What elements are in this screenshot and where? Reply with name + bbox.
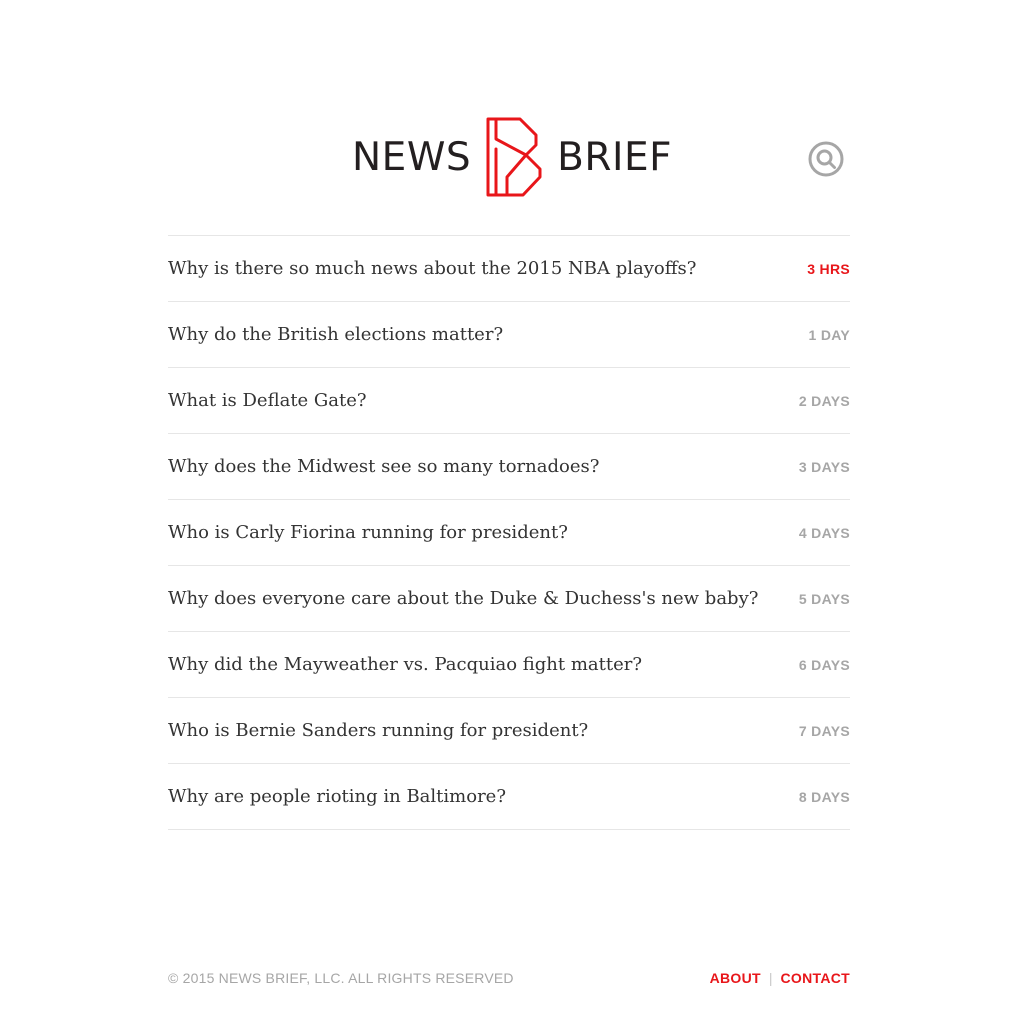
article-title: Why are people rioting in Baltimore?	[168, 786, 506, 807]
article-item[interactable]: Why does the Midwest see so many tornado…	[168, 434, 850, 500]
article-title: Why does everyone care about the Duke & …	[168, 588, 759, 609]
article-time: 3 HRS	[807, 260, 850, 277]
logo-word-brief: BRIEF	[557, 134, 673, 180]
article-item[interactable]: Why do the British elections matter? 1 D…	[168, 302, 850, 368]
article-time: 8 DAYS	[798, 788, 850, 805]
article-title: What is Deflate Gate?	[168, 390, 367, 411]
article-title: Why does the Midwest see so many tornado…	[168, 456, 600, 477]
logo-word-news: NEWS	[352, 134, 472, 180]
article-item[interactable]: Who is Bernie Sanders running for presid…	[168, 698, 850, 764]
search-button[interactable]	[807, 140, 845, 178]
site-footer: © 2015 NEWS BRIEF, LLC. ALL RIGHTS RESER…	[168, 968, 850, 988]
article-item[interactable]: What is Deflate Gate? 2 DAYS	[168, 368, 850, 434]
site-logo[interactable]: NEWS BRIEF	[352, 112, 672, 202]
site-header: NEWS BRIEF	[0, 112, 1024, 202]
article-item[interactable]: Why are people rioting in Baltimore? 8 D…	[168, 764, 850, 830]
article-time: 6 DAYS	[798, 656, 850, 673]
article-time: 1 DAY	[808, 326, 850, 343]
about-link[interactable]: ABOUT	[710, 970, 761, 986]
article-time: 5 DAYS	[798, 590, 850, 607]
article-title: Who is Carly Fiorina running for preside…	[168, 522, 568, 543]
article-title: Why is there so much news about the 2015…	[168, 258, 697, 279]
article-list: Why is there so much news about the 2015…	[168, 235, 850, 830]
search-icon	[808, 141, 844, 177]
article-title: Who is Bernie Sanders running for presid…	[168, 720, 589, 741]
article-time: 4 DAYS	[798, 524, 850, 541]
article-title: Why did the Mayweather vs. Pacquiao figh…	[168, 654, 643, 675]
article-time: 2 DAYS	[798, 392, 850, 409]
contact-link[interactable]: CONTACT	[781, 970, 851, 986]
b-logo-icon	[486, 117, 542, 197]
footer-nav: ABOUT | CONTACT	[710, 970, 850, 986]
article-item[interactable]: Why does everyone care about the Duke & …	[168, 566, 850, 632]
article-item[interactable]: Why did the Mayweather vs. Pacquiao figh…	[168, 632, 850, 698]
article-time: 3 DAYS	[798, 458, 850, 475]
article-time: 7 DAYS	[798, 722, 850, 739]
article-item[interactable]: Why is there so much news about the 2015…	[168, 236, 850, 302]
article-item[interactable]: Who is Carly Fiorina running for preside…	[168, 500, 850, 566]
footer-separator: |	[768, 970, 773, 986]
article-title: Why do the British elections matter?	[168, 324, 504, 345]
copyright-text: © 2015 NEWS BRIEF, LLC. ALL RIGHTS RESER…	[168, 970, 514, 986]
